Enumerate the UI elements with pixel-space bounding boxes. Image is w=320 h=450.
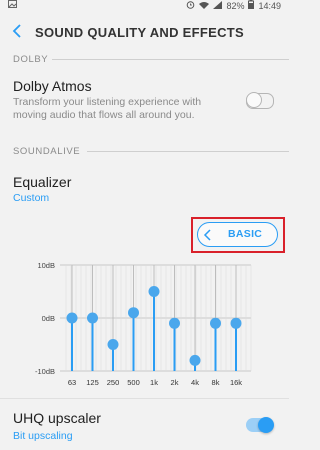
db-label: 0dB [42,314,55,323]
db-label: 10dB [37,261,55,270]
section-header-dolby: DOLBY [13,54,49,65]
toggle-knob [258,417,274,433]
equalizer-graph[interactable]: 10dB 0dB -10dB 63 125 250 500 1k 2k 4k 8k 16k [0,255,289,395]
alarm-icon [186,0,195,11]
band-knob[interactable] [66,312,78,324]
status-notifications [8,0,17,10]
band-knob[interactable] [128,307,139,319]
section-divider [52,59,289,60]
band-label: 63 [68,378,76,387]
uhq-upscaler-title: UHQ upscaler [13,410,101,426]
basic-mode-label: BASIC [228,228,263,240]
band-knob[interactable] [189,354,201,366]
app-bar: SOUND QUALITY AND EFFECTS [0,12,289,52]
band-label: 16k [230,378,242,387]
gallery-notification-icon [8,0,17,10]
band-label: 8k [212,378,220,387]
band-label: 500 [127,378,140,387]
status-bar: 82% 14:49 [0,0,289,12]
equalizer-preset: Custom [13,192,50,204]
signal-icon [213,0,223,11]
chevron-left-icon [203,228,213,241]
band-knob[interactable] [169,317,180,329]
battery-icon [248,0,255,11]
dolby-atmos-title: Dolby Atmos [13,78,92,94]
dolby-atmos-toggle[interactable] [246,91,274,109]
band-knob[interactable] [148,286,160,297]
band-knob[interactable] [107,339,119,350]
toggle-knob [246,91,262,108]
basic-mode-button[interactable]: BASIC [197,222,278,247]
section-divider [87,151,289,152]
band-label: 1k [150,378,158,387]
battery-percent: 82% [226,0,245,11]
equalizer-title: Equalizer [13,174,72,190]
uhq-upscaler-subtitle: Bit upscaling [13,430,73,442]
band-knob[interactable] [87,312,98,324]
status-indicators: 82% 14:49 [186,0,281,11]
equalizer-chart[interactable]: 10dB 0dB -10dB 63 125 250 500 1k 2k 4k 8k 16k [0,255,289,395]
band-label: 125 [86,378,99,387]
row-divider [0,398,289,399]
band-label: 2k [171,378,179,387]
db-label: -10dB [35,367,55,376]
wifi-icon [199,1,210,11]
band-label: 250 [107,378,120,387]
section-header-soundalive: SOUNDALIVE [13,146,81,157]
dolby-atmos-description: Transform your listening experience with… [13,96,202,121]
band-knob[interactable] [210,317,221,329]
uhq-upscaler-toggle[interactable] [246,417,274,433]
band-knob[interactable] [230,317,242,329]
back-arrow-icon[interactable] [10,22,26,40]
band-label: 4k [191,378,199,387]
clock-time: 14:49 [258,0,281,11]
page-title: SOUND QUALITY AND EFFECTS [35,25,245,40]
